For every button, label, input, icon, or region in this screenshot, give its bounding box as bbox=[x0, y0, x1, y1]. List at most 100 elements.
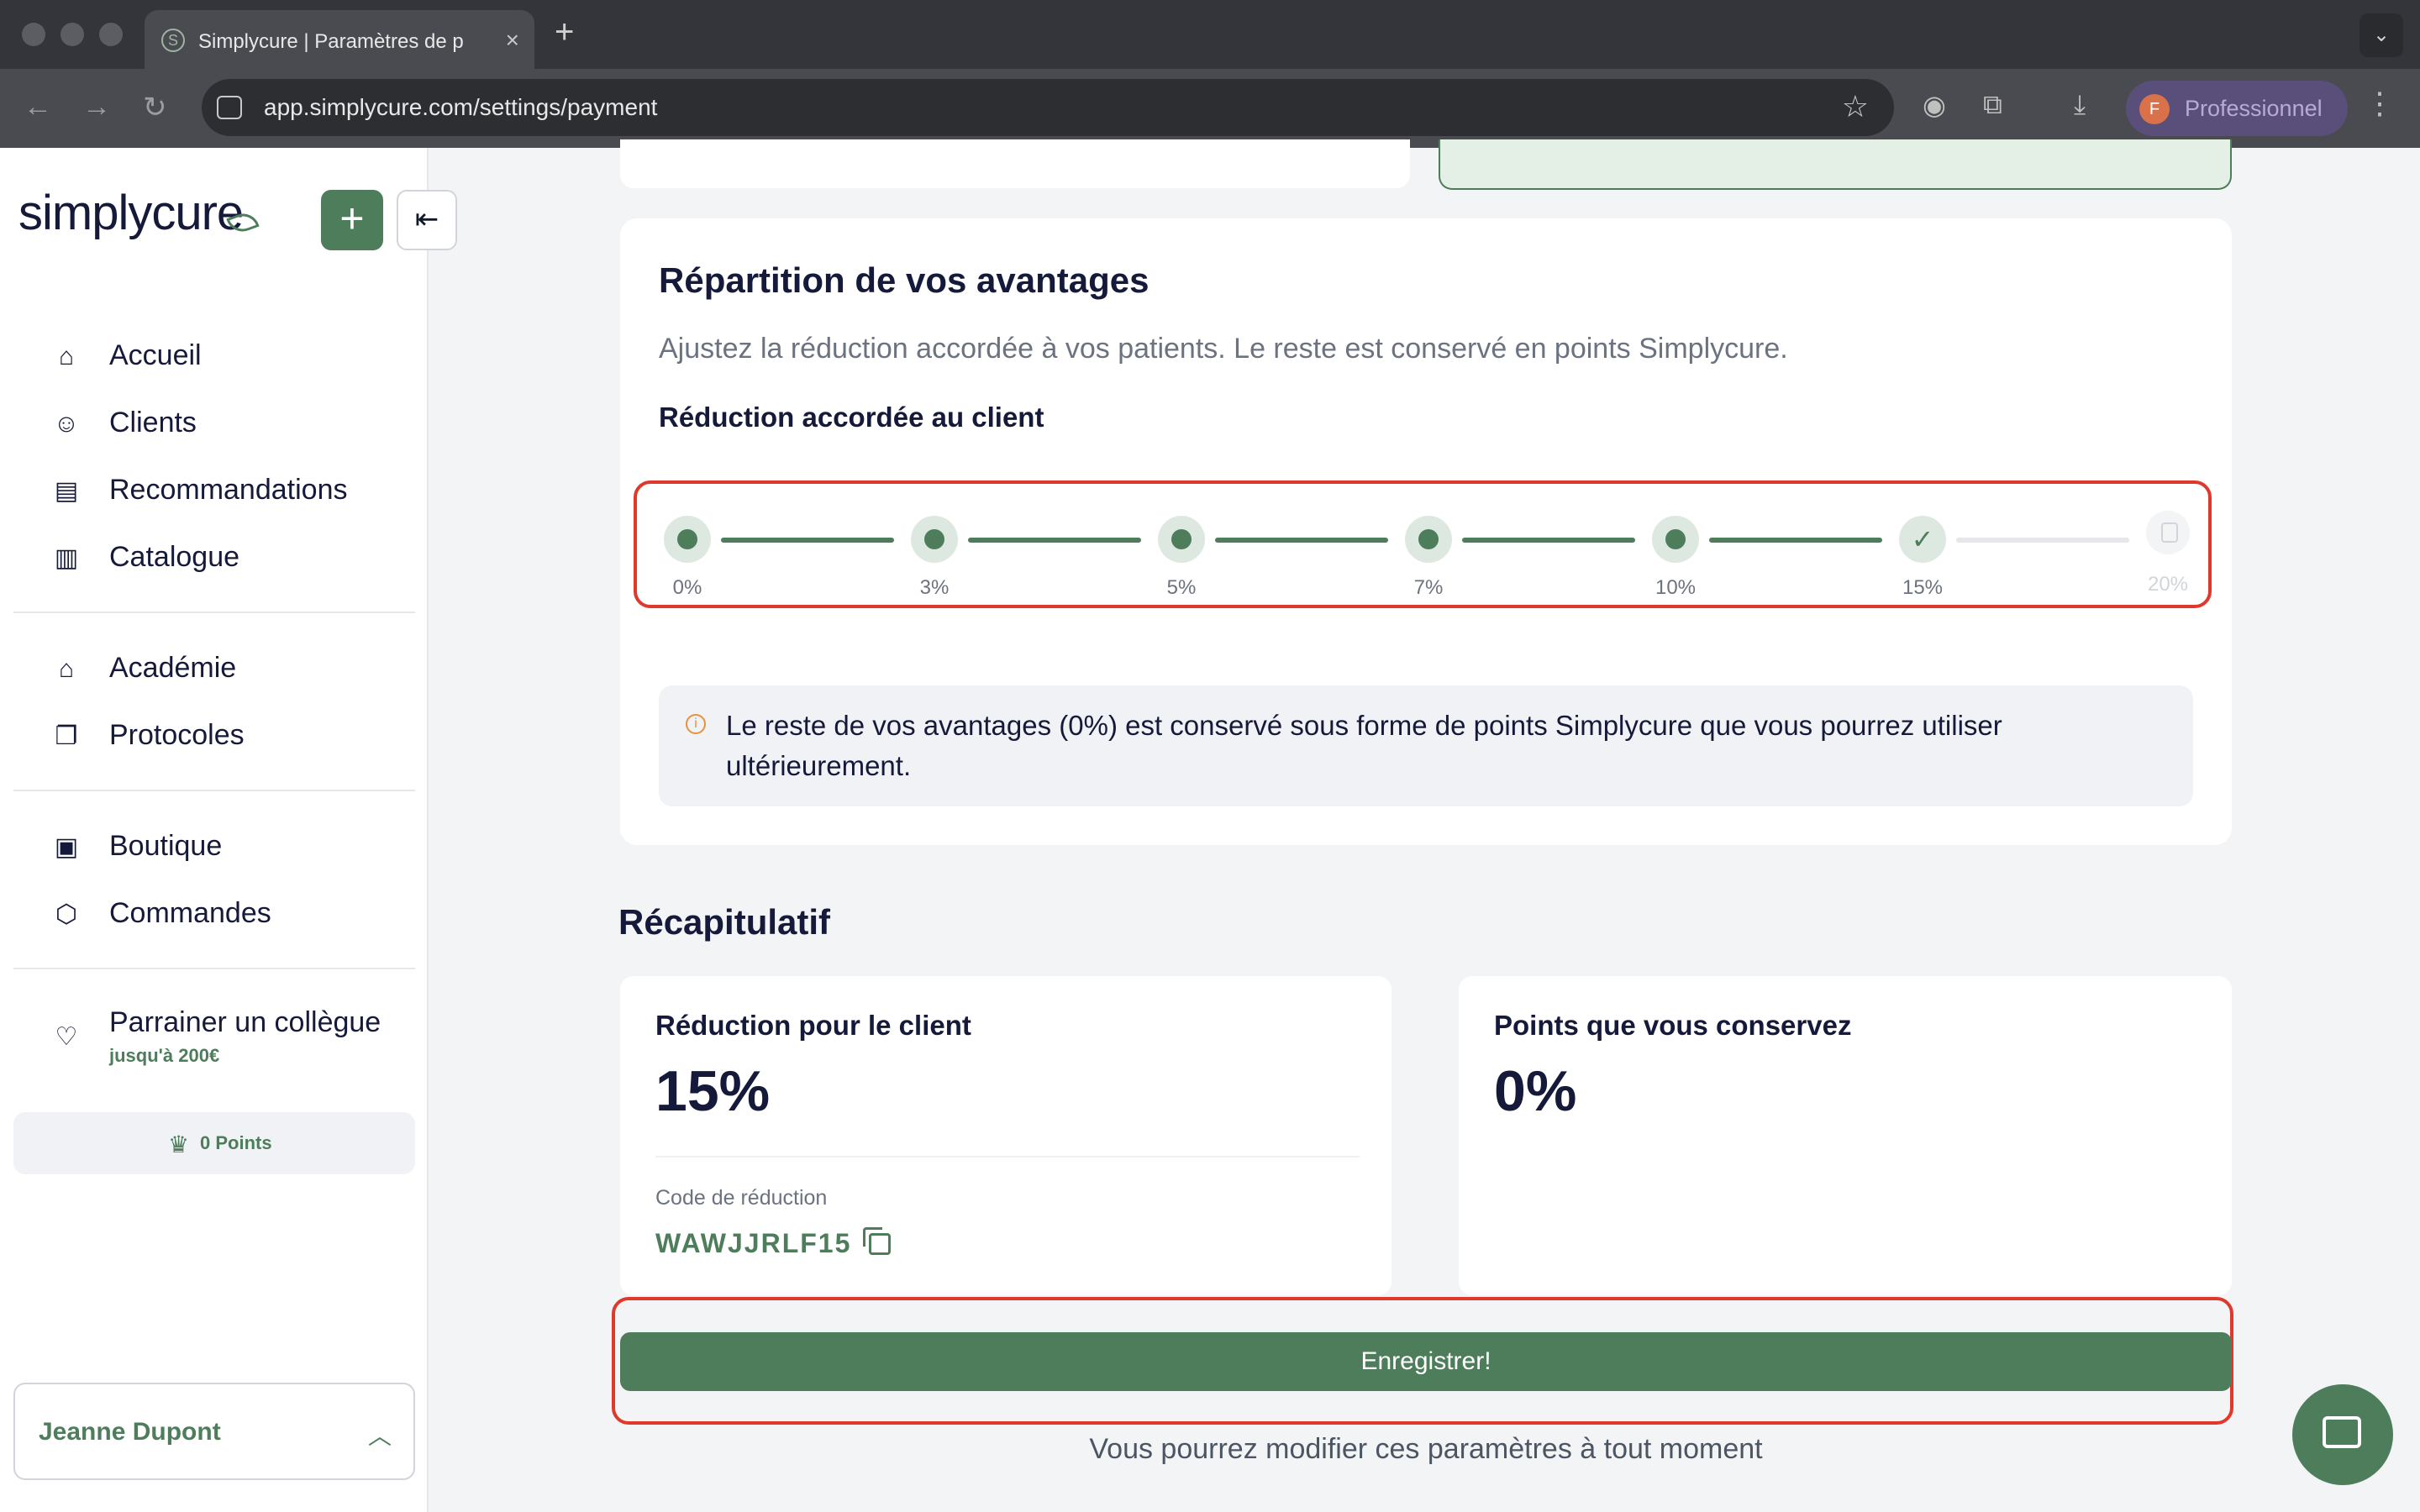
logo[interactable]: simplycure bbox=[18, 185, 244, 241]
save-button[interactable]: Enregistrer! bbox=[620, 1332, 2232, 1391]
user-menu[interactable]: Jeanne Dupont ︿ bbox=[13, 1383, 415, 1480]
sidebar-divider bbox=[13, 968, 415, 969]
sidebar-item-commandes[interactable]: ⬡ Commandes bbox=[52, 889, 422, 939]
step-10[interactable] bbox=[1652, 516, 1699, 563]
card-divider bbox=[655, 1156, 1360, 1158]
copy-icon[interactable] bbox=[863, 1227, 891, 1255]
info-icon: i bbox=[686, 714, 706, 734]
browser-toolbar: ← → ↻ app.simplycure.com/settings/paymen… bbox=[0, 69, 2420, 148]
step-label: 7% bbox=[1413, 576, 1444, 599]
book-icon: ▥ bbox=[54, 544, 79, 572]
step-label: 0% bbox=[672, 576, 702, 599]
points-badge[interactable]: ♛ 0 Points bbox=[13, 1112, 415, 1174]
document-icon: ▤ bbox=[54, 477, 79, 505]
sidebar-item-label: Boutique bbox=[109, 830, 223, 862]
client-discount-card: Réduction pour le client 15% Code de réd… bbox=[620, 976, 1392, 1295]
referral-sublabel: jusqu'à 200€ bbox=[109, 1045, 220, 1066]
sidebar-item-parrainer[interactable]: ♡ Parrainer un collègue jusqu'à 200€ bbox=[52, 998, 422, 1082]
reload-icon[interactable]: ↻ bbox=[143, 91, 167, 124]
sidebar-item-recommandations[interactable]: ▤ Recommandations bbox=[52, 465, 422, 516]
sidebar-item-protocoles[interactable]: ❐ Protocoles bbox=[52, 711, 422, 761]
sidebar-divider bbox=[13, 612, 415, 613]
step-dot bbox=[924, 529, 944, 549]
step-connector-inactive bbox=[1956, 538, 2129, 543]
points-label: 0 Points bbox=[200, 1132, 272, 1153]
back-arrow-icon[interactable]: ← bbox=[24, 91, 52, 123]
profile-label: Professionnel bbox=[2185, 96, 2323, 121]
window-minimize-dot[interactable] bbox=[60, 23, 84, 46]
section-title: Répartition de vos avantages bbox=[659, 260, 1150, 300]
step-label: 15% bbox=[1902, 576, 1944, 599]
points-kept-label: Points que vous conservez bbox=[1494, 1010, 1852, 1041]
new-tab-button[interactable]: + bbox=[555, 13, 574, 51]
step-label: 5% bbox=[1166, 576, 1197, 599]
step-dot bbox=[677, 529, 697, 549]
sidebar-item-catalogue[interactable]: ▥ Catalogue bbox=[52, 533, 422, 583]
discount-code-label: Code de réduction bbox=[655, 1186, 828, 1210]
step-label: 3% bbox=[919, 576, 950, 599]
collapse-sidebar-button[interactable]: ⇤ bbox=[397, 190, 457, 250]
sidebar-item-accueil[interactable]: ⌂ Accueil bbox=[52, 331, 422, 381]
points-kept-value: 0% bbox=[1494, 1059, 1577, 1123]
sidebar-item-label: Commandes bbox=[109, 897, 271, 929]
password-manager-icon[interactable]: ◉ bbox=[1923, 89, 1946, 121]
step-5[interactable] bbox=[1158, 516, 1205, 563]
sidebar-item-academie[interactable]: ⌂ Académie bbox=[52, 643, 422, 694]
chat-icon bbox=[2323, 1416, 2361, 1448]
browser-menu-icon[interactable]: ⋮ bbox=[2365, 86, 2395, 121]
extensions-icon[interactable]: ⧉ bbox=[1983, 89, 2002, 121]
sidebar: simplycure + ⇤ ⌂ Accueil ☺ Clients ▤ Rec… bbox=[0, 148, 457, 1512]
window-close-dot[interactable] bbox=[22, 23, 45, 46]
sidebar-item-label: Recommandations bbox=[109, 474, 348, 506]
step-connector bbox=[1462, 538, 1635, 543]
info-text: Le reste de vos avantages (0%) est conse… bbox=[726, 710, 2002, 781]
download-icon[interactable]: ⤓ bbox=[2074, 89, 2086, 121]
step-20-locked bbox=[2146, 511, 2190, 554]
check-icon: ✓ bbox=[1911, 524, 1934, 554]
sidebar-item-label: Protocoles bbox=[109, 719, 245, 751]
step-15-selected[interactable]: ✓ bbox=[1899, 516, 1946, 563]
chat-support-button[interactable] bbox=[2292, 1384, 2393, 1485]
previous-card-selected[interactable] bbox=[1439, 139, 2232, 190]
slider-title: Réduction accordée au client bbox=[659, 402, 1044, 433]
sidebar-divider bbox=[13, 790, 415, 791]
chevron-up-icon: ︿ bbox=[367, 1423, 392, 1449]
address-bar[interactable]: app.simplycure.com/settings/payment ☆ bbox=[202, 79, 1894, 136]
sidebar-item-label: Clients bbox=[109, 407, 197, 438]
browser-tab[interactable]: S Simplycure | Paramètres de p × bbox=[145, 10, 534, 69]
graduation-cap-icon: ⌂ bbox=[58, 655, 75, 683]
home-icon: ⌂ bbox=[58, 343, 75, 370]
step-0[interactable] bbox=[664, 516, 711, 563]
referral-label: Parrainer un collègue bbox=[109, 1006, 381, 1038]
info-callout: i Le reste de vos avantages (0%) est con… bbox=[659, 685, 2193, 806]
sidebar-item-label: Catalogue bbox=[109, 541, 240, 573]
step-label: 20% bbox=[2147, 573, 2189, 596]
bookmark-star-icon[interactable]: ☆ bbox=[1842, 89, 1869, 124]
user-name: Jeanne Dupont bbox=[39, 1418, 221, 1446]
crown-icon: ♛ bbox=[168, 1131, 190, 1158]
tab-search-chevron-icon[interactable]: ⌄ bbox=[2360, 13, 2403, 57]
client-discount-label: Réduction pour le client bbox=[655, 1010, 971, 1041]
window-maximize-dot[interactable] bbox=[99, 23, 123, 46]
benefits-distribution-card: Répartition de vos avantages Ajustez la … bbox=[620, 218, 2232, 845]
step-connector bbox=[1709, 538, 1882, 543]
tab-close-icon[interactable]: × bbox=[506, 27, 519, 54]
step-connector bbox=[968, 538, 1141, 543]
site-settings-icon[interactable] bbox=[217, 96, 242, 119]
step-dot bbox=[1418, 529, 1439, 549]
profile-avatar: F bbox=[2139, 94, 2170, 124]
sidebar-item-boutique[interactable]: ▣ Boutique bbox=[52, 822, 422, 872]
step-7[interactable] bbox=[1405, 516, 1452, 563]
forward-arrow-icon[interactable]: → bbox=[82, 91, 111, 123]
step-3[interactable] bbox=[911, 516, 958, 563]
sidebar-item-clients[interactable]: ☺ Clients bbox=[52, 398, 422, 449]
sidebar-item-label: Accueil bbox=[109, 339, 202, 371]
favicon-icon: S bbox=[161, 29, 185, 52]
profile-button[interactable]: F Professionnel bbox=[2126, 81, 2348, 136]
step-dot bbox=[1665, 529, 1686, 549]
browser-tab-bar: S Simplycure | Paramètres de p × + ⌄ bbox=[0, 0, 2420, 69]
discount-stepper[interactable]: ✓ 0% 3% 5% 7% 10% 15% 20% bbox=[652, 496, 2190, 600]
url-text[interactable]: app.simplycure.com/settings/payment bbox=[264, 94, 657, 121]
add-button[interactable]: + bbox=[321, 190, 383, 250]
client-discount-value: 15% bbox=[655, 1059, 771, 1123]
